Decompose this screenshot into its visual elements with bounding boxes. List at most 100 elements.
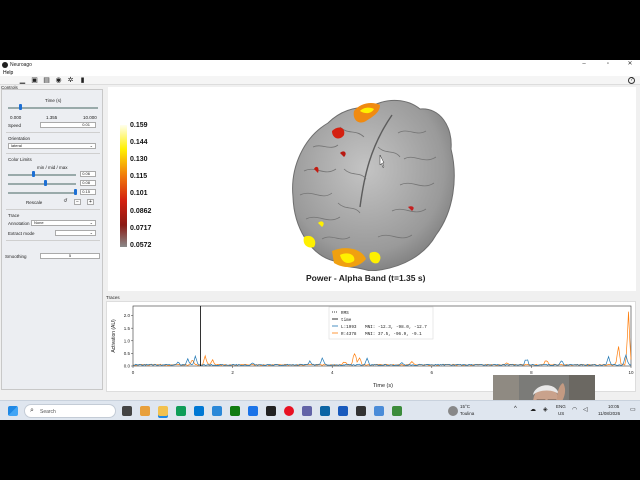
onedrive-icon[interactable]: ◈: [543, 406, 548, 413]
clock-time[interactable]: 10:05: [608, 404, 619, 409]
annotation-label: Annotation: [8, 221, 30, 226]
language-bottom: US: [558, 411, 565, 416]
webcam-overlay: [493, 375, 595, 400]
divider: [6, 240, 100, 241]
increase-button[interactable]: +: [87, 199, 94, 205]
y-tick-label: 0.5: [124, 351, 131, 356]
color-mid-slider[interactable]: [8, 183, 76, 185]
color-min-value: 0.06: [82, 171, 90, 176]
orientation-label: Orientation: [8, 136, 31, 141]
search-placeholder: Search: [40, 409, 56, 415]
x-tick-label: 2: [231, 370, 234, 375]
volume-icon[interactable]: ◁: [583, 406, 588, 413]
app-icon-light-blue[interactable]: [374, 406, 384, 416]
weather-icon[interactable]: [448, 406, 458, 416]
divider: [6, 132, 100, 133]
screen: Neuroago – ▫ ✕ Help ▁ ▣ ▤ ◉ ✲ ▮ ? Contro…: [0, 0, 640, 480]
minimize-icon[interactable]: –: [576, 60, 592, 69]
color-min-slider[interactable]: [8, 174, 76, 176]
weather-city: Toulina: [460, 411, 475, 416]
screenshot-icon[interactable]: ▣: [31, 77, 38, 84]
language-top[interactable]: ENG: [556, 404, 566, 409]
smoothing-value: 5: [68, 253, 72, 258]
word-icon[interactable]: [338, 406, 348, 416]
x-tick-label: 4: [331, 370, 334, 375]
speed-value: 0.01: [82, 122, 90, 127]
color-limits-label: Color Limits: [8, 157, 32, 162]
app-icon-green[interactable]: [392, 406, 402, 416]
time-slider-handle[interactable]: [19, 104, 23, 110]
cloud-icon[interactable]: ☁: [530, 406, 536, 413]
chevron-down-icon: ⌄: [89, 230, 93, 235]
edge-icon[interactable]: [176, 406, 186, 416]
color-mid-value: 0.08: [82, 180, 90, 185]
extract-mode-select[interactable]: ⌄: [55, 230, 96, 236]
minimize-panel-icon[interactable]: ▁: [19, 77, 26, 84]
smoothing-spinbox[interactable]: 5: [40, 253, 100, 259]
outlook-icon[interactable]: [320, 406, 330, 416]
color-mid-handle[interactable]: [44, 180, 47, 186]
color-min-handle[interactable]: [32, 171, 35, 177]
color-max-handle[interactable]: [74, 189, 77, 195]
window-title: Neuroago: [10, 61, 32, 68]
app-icon: [2, 61, 8, 68]
color-min-spinbox[interactable]: 0.06: [80, 171, 96, 177]
windows-start-icon[interactable]: [8, 406, 18, 416]
app-icon-blue[interactable]: [248, 406, 258, 416]
toolbar: ▁ ▣ ▤ ◉ ✲ ▮ ?: [0, 76, 640, 85]
annotation-select[interactable]: None ⌄: [31, 220, 96, 226]
color-max-value: 0.15: [82, 189, 90, 194]
task-view-icon[interactable]: [122, 406, 132, 416]
app-window: Neuroago – ▫ ✕ Help ▁ ▣ ▤ ◉ ✲ ▮ ? Contro…: [0, 60, 640, 400]
chevron-down-icon: ⌄: [89, 143, 93, 148]
decrease-button[interactable]: −: [74, 199, 81, 205]
trace-legend: RMS time L:1993 MNI: -12.3, -98.0, -12.7…: [328, 306, 434, 340]
taskbar-search[interactable]: ⌕ Search: [24, 404, 116, 418]
trace-label: Trace: [8, 213, 20, 218]
color-max-slider[interactable]: [8, 192, 76, 194]
speed-spinbox[interactable]: 0.01: [40, 122, 96, 128]
y-tick-label: 2.0: [124, 313, 131, 318]
view-title: Power - Alpha Band (t=1.35 s): [306, 273, 426, 283]
y-tick-label: 1.0: [124, 338, 131, 343]
active-app-icon[interactable]: [158, 406, 168, 416]
color-max-spinbox[interactable]: 0.15: [80, 189, 96, 195]
terminal-icon[interactable]: [266, 406, 276, 416]
trash-icon[interactable]: ▮: [79, 77, 86, 84]
visibility-icon[interactable]: ◉: [55, 77, 62, 84]
traces-title: Traces: [106, 295, 120, 300]
cmd-icon[interactable]: [356, 406, 366, 416]
close-icon[interactable]: ✕: [622, 60, 638, 69]
trace-line-left: [132, 353, 631, 366]
color-mid-spinbox[interactable]: 0.08: [80, 180, 96, 186]
store-icon[interactable]: [194, 406, 204, 416]
settings-icon[interactable]: ✲: [67, 77, 74, 84]
chevron-up-icon[interactable]: ^: [514, 406, 517, 412]
opera-icon[interactable]: [284, 406, 294, 416]
excel-icon[interactable]: [230, 406, 240, 416]
brain-3d-view[interactable]: 0.159 0.144 0.130 0.115 0.101 0.0862 0.0…: [108, 87, 636, 291]
brain-surface[interactable]: [108, 87, 636, 271]
time-label: Time (s): [45, 98, 62, 103]
divider: [6, 153, 100, 154]
movie-icon[interactable]: ▤: [43, 77, 50, 84]
speed-label: Speed: [8, 123, 22, 128]
legend-right-label: R:4378: [341, 332, 357, 337]
teams-icon[interactable]: [302, 406, 312, 416]
notification-icon[interactable]: ▭: [630, 406, 636, 413]
time-min: 0.000: [10, 115, 22, 120]
help-icon[interactable]: ?: [628, 77, 635, 84]
maximize-icon[interactable]: ▫: [600, 60, 616, 69]
menu-bar: Help: [0, 69, 640, 76]
extract-mode-label: Extract mode: [8, 231, 35, 236]
wifi-icon[interactable]: ◠: [572, 406, 577, 413]
time-current: 1.355: [46, 115, 58, 120]
chevron-down-icon: ⌄: [89, 220, 93, 225]
reset-icon[interactable]: ↺: [62, 199, 69, 205]
legend-right-mni: MNI: 37.5, -96.9, -9.1: [365, 332, 422, 337]
file-explorer-icon[interactable]: [140, 406, 150, 416]
x-axis-label: Time (s): [373, 383, 393, 389]
orientation-select[interactable]: lateral ⌄: [8, 143, 96, 149]
y-tick-label: 0.0: [124, 364, 131, 369]
mail-icon[interactable]: [212, 406, 222, 416]
